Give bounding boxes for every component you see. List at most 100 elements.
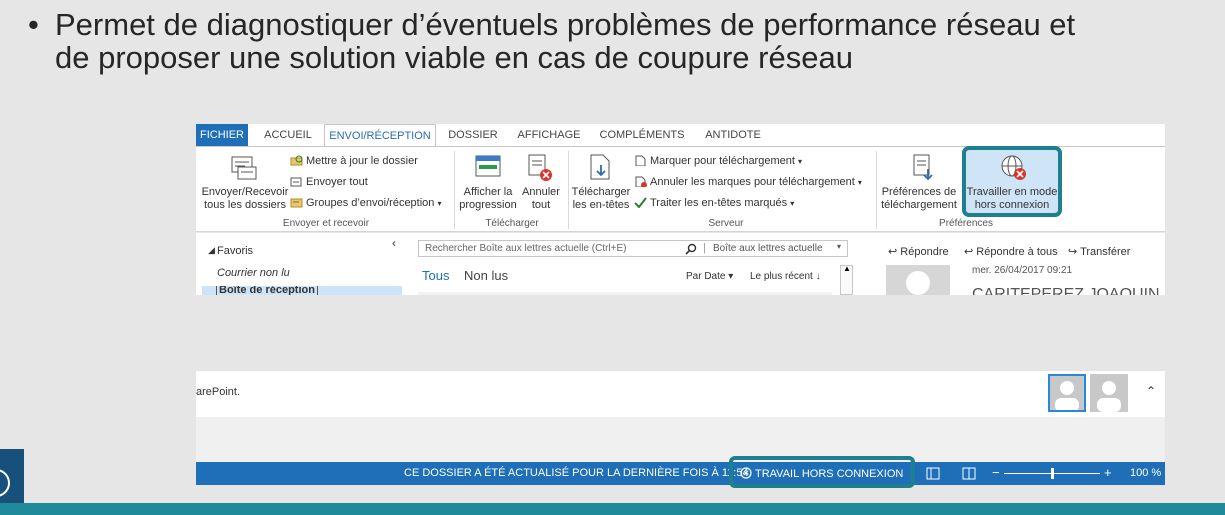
- tab-complements[interactable]: COMPLÉMENTS: [594, 124, 690, 146]
- reply-all-label: Répondre à tous: [976, 246, 1058, 258]
- zoom-in-button[interactable]: +: [1104, 465, 1112, 480]
- cancel-all-button[interactable]: Annuler tout: [518, 186, 564, 212]
- forward-button[interactable]: ↪ Transférer: [1068, 245, 1130, 258]
- normal-view-icon[interactable]: [926, 467, 940, 480]
- tab-dossier[interactable]: DOSSIER: [442, 124, 504, 146]
- folder-unread-mail[interactable]: Courrier non lu: [217, 267, 290, 279]
- download-preferences-icon: [913, 154, 933, 181]
- refresh-folder-icon: [290, 155, 303, 166]
- bullet-line-1: Permet de diagnostiquer d’éventuels prob…: [55, 7, 1076, 42]
- slide-footer-band: [0, 503, 1225, 515]
- group-label-server: Serveur: [708, 218, 744, 229]
- update-folder-button[interactable]: Mettre à jour le dossier: [290, 155, 418, 168]
- zoom-level[interactable]: 100 %: [1130, 467, 1161, 479]
- mark-download-button[interactable]: Marquer pour téléchargement ▾: [634, 155, 802, 168]
- work-offline-label-2: hors connexion: [974, 199, 1050, 211]
- favorites-heading[interactable]: Favoris: [217, 245, 253, 257]
- download-prefs-label-1: Préférences de: [881, 186, 957, 198]
- message-list-scrollbar[interactable]: ▲: [840, 264, 853, 295]
- people-pane: arePoint. ⌃: [196, 371, 1165, 417]
- chevron-down-icon[interactable]: ▾: [837, 242, 841, 251]
- slide-corner-decoration: [0, 449, 24, 503]
- download-prefs-label-2: téléchargement: [881, 199, 957, 211]
- unmark-download-button[interactable]: Annuler les marques pour téléchargement …: [634, 176, 862, 189]
- status-updated-text: CE DOSSIER A ÉTÉ ACTUALISÉ POUR LA DERNI…: [404, 467, 752, 479]
- work-offline-label-1: Travailler en mode: [966, 186, 1058, 198]
- unmark-icon: [635, 176, 647, 187]
- offline-status-highlight: [729, 456, 915, 488]
- search-scope-dropdown[interactable]: Boîte aux lettres actuelle: [713, 243, 823, 254]
- person-icon: [1055, 381, 1079, 410]
- search-divider: |: [703, 242, 706, 254]
- groups-icon: [290, 198, 303, 208]
- search-icon[interactable]: [685, 243, 697, 255]
- inbox-label: Boîte de réception: [216, 286, 318, 295]
- status-bar: CE DOSSIER A ÉTÉ ACTUALISÉ POUR LA DERNI…: [196, 462, 1165, 485]
- show-progress-label-2: progression: [459, 199, 517, 211]
- person-avatar-selected[interactable]: [1048, 374, 1086, 412]
- filter-unread[interactable]: Non lus: [464, 268, 508, 283]
- tab-envoi-reception[interactable]: ENVOI/RÉCEPTION: [324, 124, 436, 147]
- tab-affichage[interactable]: AFFICHAGE: [510, 124, 588, 146]
- tab-antidote[interactable]: ANTIDOTE: [698, 124, 768, 146]
- sender-avatar: [886, 265, 950, 295]
- message-date: mer. 26/04/2017 09:21: [972, 265, 1073, 276]
- send-receive-all-button[interactable]: Envoyer/Recevoir tous les dossiers: [200, 186, 290, 212]
- person-icon: [1097, 381, 1121, 412]
- ribbon-separator: [454, 151, 455, 229]
- group-label-download: Télécharger: [485, 218, 539, 229]
- sort-by-dropdown[interactable]: Par Date ▾: [686, 271, 733, 282]
- group-label-preferences: Préférences: [939, 218, 993, 229]
- sender-name: CARITEPEREZ JOAQUIN: [972, 286, 1160, 295]
- progress-icon: [475, 155, 501, 177]
- download-headers-label-2: les en-têtes: [572, 199, 630, 211]
- filter-all[interactable]: Tous: [422, 268, 449, 283]
- send-all-icon: [290, 177, 302, 187]
- send-all-button[interactable]: Envoyer tout: [290, 176, 368, 189]
- send-receive-groups-button[interactable]: Groupes d’envoi/réception ▾: [290, 197, 442, 210]
- reply-button[interactable]: ↩ Répondre: [888, 245, 949, 258]
- search-input[interactable]: Rechercher Boîte aux lettres actuelle (C…: [425, 243, 626, 254]
- ribbon-separator: [568, 151, 569, 229]
- mail-pane: ◢ Favoris ‹ Courrier non lu Boîte de réc…: [196, 233, 1165, 295]
- zoom-slider-thumb[interactable]: [1051, 468, 1054, 479]
- sort-order-toggle[interactable]: Le plus récent ↓: [750, 271, 821, 282]
- unmark-download-label: Annuler les marques pour téléchargement: [650, 176, 855, 188]
- checkmark-icon: [634, 197, 647, 208]
- reading-view-icon[interactable]: [962, 467, 976, 480]
- globe-offline-icon: [1001, 155, 1026, 180]
- zoom-slider[interactable]: [1004, 468, 1100, 479]
- send-receive-label-2: tous les dossiers: [204, 199, 286, 211]
- ribbon-tabs: FICHIER ACCUEIL ENVOI/RÉCEPTION DOSSIER …: [196, 124, 1165, 147]
- cancel-all-label-2: tout: [531, 199, 551, 211]
- send-all-label: Envoyer tout: [306, 176, 368, 188]
- cancel-all-icon: [528, 154, 552, 181]
- reply-all-button[interactable]: ↩ Répondre à tous: [964, 245, 1058, 258]
- show-progress-label-1: Afficher la: [463, 186, 513, 198]
- group-label-send-receive: Envoyer et recevoir: [282, 218, 370, 229]
- collapse-people-icon[interactable]: ⌃: [1146, 384, 1156, 398]
- tab-accueil[interactable]: ACCUEIL: [256, 124, 320, 146]
- send-receive-label-1: Envoyer/Recevoir: [201, 186, 289, 198]
- download-headers-label-1: Télécharger: [571, 186, 631, 198]
- send-receive-icon: [231, 156, 257, 180]
- tab-fichier[interactable]: FICHIER: [196, 124, 248, 146]
- search-box[interactable]: Rechercher Boîte aux lettres actuelle (C…: [418, 240, 848, 257]
- sort-order-label: Le plus récent: [750, 271, 813, 282]
- person-avatar[interactable]: [1090, 374, 1128, 412]
- bullet-line-2: de proposer une solution viable en cas d…: [55, 40, 853, 75]
- forward-label: Transférer: [1080, 246, 1131, 258]
- bullet-dot: •: [28, 7, 39, 42]
- collapse-triangle-icon[interactable]: ◢: [208, 245, 215, 256]
- process-marked-button[interactable]: Traiter les en-têtes marqués ▾: [634, 197, 794, 210]
- work-offline-button[interactable]: Travailler en mode hors connexion: [962, 146, 1062, 217]
- collapse-pane-icon[interactable]: ‹: [392, 236, 396, 250]
- message-list[interactable]: [418, 292, 832, 295]
- download-preferences-button[interactable]: Préférences de téléchargement: [878, 186, 960, 212]
- zoom-out-button[interactable]: −: [992, 465, 1000, 480]
- show-progress-button[interactable]: Afficher la progression: [458, 186, 518, 212]
- cancel-all-label-1: Annuler: [522, 186, 560, 198]
- update-folder-label: Mettre à jour le dossier: [306, 155, 418, 167]
- download-headers-button[interactable]: Télécharger les en-têtes: [570, 186, 632, 212]
- folder-inbox[interactable]: Boîte de réception: [202, 286, 402, 295]
